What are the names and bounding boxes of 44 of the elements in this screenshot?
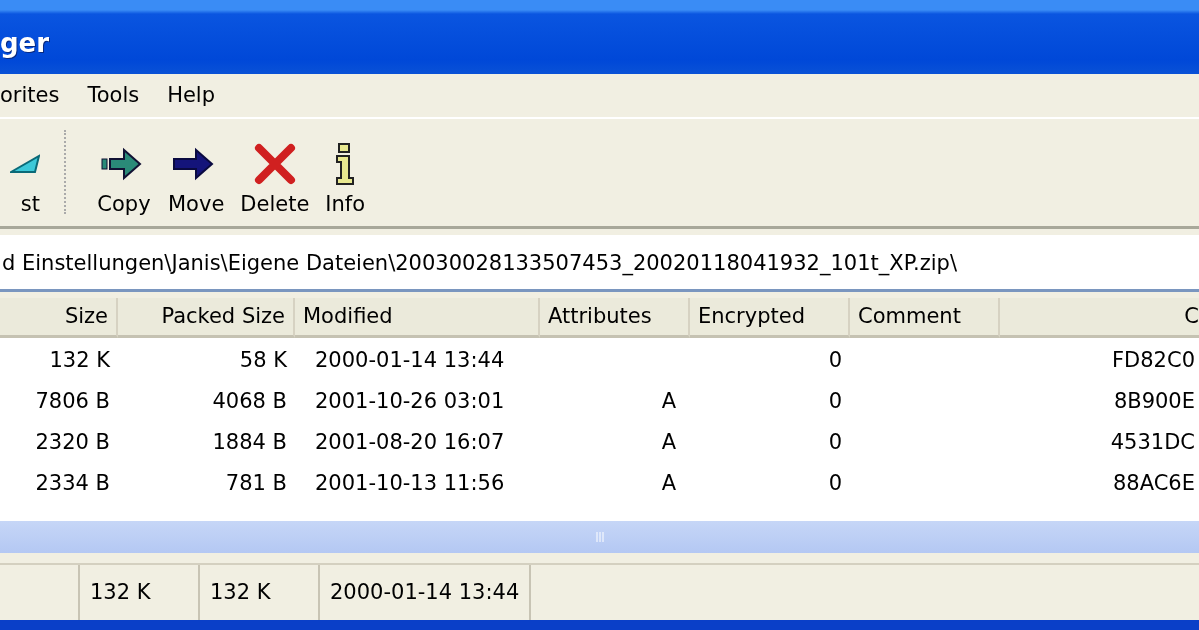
table-cell-text: 2334 B [34, 470, 111, 498]
table-cell-text: A [660, 388, 677, 416]
column-header[interactable]: Modified [295, 297, 540, 338]
horizontal-scrollbar[interactable] [0, 520, 1199, 553]
toolbar-button[interactable]: Copy [88, 142, 160, 217]
table-cell-text: 88AC6E [1112, 470, 1196, 498]
table-cell-text: 0 [827, 388, 843, 416]
table-cell-text: 2001-10-13 11:56 [314, 470, 506, 498]
table-cell-text: 2000-01-14 13:44 [314, 347, 506, 375]
table-cell-text: A [660, 470, 677, 498]
table-cell-text: 4068 B [211, 388, 288, 416]
toolbar-button[interactable]: Delete [232, 142, 318, 217]
table-cell-text: 1884 B [211, 429, 288, 457]
column-header[interactable]: Size [0, 297, 118, 338]
column-header[interactable]: Comment [850, 297, 1000, 338]
menu-item[interactable]: Tools [73, 83, 154, 108]
toolbar-button[interactable]: st [0, 142, 40, 217]
table-cell-text: FD82C0 [1111, 347, 1196, 375]
info-icon [336, 143, 355, 186]
table-cell-text: 2320 B [34, 429, 111, 457]
table-cell-text: 0 [827, 429, 843, 457]
menu-item[interactable]: orites [0, 83, 74, 108]
menu-item[interactable]: Help [153, 83, 230, 108]
table-cell-text: 58 K [238, 347, 288, 375]
toolbar-button[interactable]: Move [160, 142, 233, 217]
toolbar-button[interactable]: Info [317, 142, 374, 217]
table-cell-text: 8B900E [1112, 388, 1196, 416]
column-header[interactable]: Encrypted [690, 297, 850, 338]
table-cell-text: 0 [827, 470, 843, 498]
column-header[interactable]: Packed Size [118, 297, 295, 338]
address-field[interactable]: d Einstellungen\Janis\Eigene Dateien\20030028133507453_20020118041932_101t_XP.zip\ [0, 235, 1199, 292]
table-cell-text: 0 [827, 347, 843, 375]
table-cell-text: 7806 B [34, 388, 111, 416]
column-header[interactable]: Attributes [540, 297, 690, 338]
table-cell-text: 132 K [48, 347, 111, 375]
table-cell-text: 2001-08-20 16:07 [314, 429, 506, 457]
test-icon [10, 154, 40, 175]
window-title: ger [0, 28, 50, 59]
table-cell-text: 781 B [224, 470, 288, 498]
table-cell-text: A [660, 429, 677, 457]
table-cell-text: 4531DC [1109, 429, 1196, 457]
table-cell-text: 2001-10-26 03:01 [314, 388, 506, 416]
grip-icon [593, 531, 606, 544]
column-header[interactable]: C [1000, 297, 1199, 338]
